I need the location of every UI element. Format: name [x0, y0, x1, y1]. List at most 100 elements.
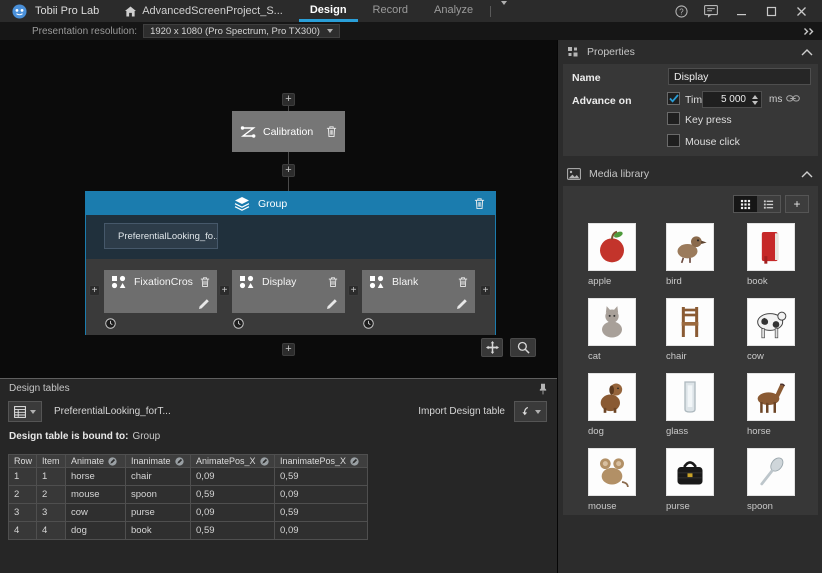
tab-divider — [490, 6, 491, 17]
column-header-animatepos_x[interactable]: AnimatePos_X — [191, 455, 275, 468]
data-cell[interactable]: horse — [66, 468, 126, 486]
close-button[interactable] — [786, 0, 816, 22]
data-cell[interactable]: mouse — [66, 486, 126, 504]
media-item-cow[interactable]: cow — [747, 298, 822, 373]
design-canvas[interactable]: + Calibration + Group PreferentialLookin… — [0, 40, 557, 378]
add-element-button-bottom[interactable]: + — [282, 343, 295, 356]
media-item-bird[interactable]: bird — [666, 223, 747, 298]
data-cell[interactable]: 0,59 — [191, 522, 275, 540]
data-cell[interactable]: 0,59 — [275, 468, 368, 486]
pan-tool-button[interactable] — [481, 338, 503, 357]
mouse-click-label: Mouse click — [685, 136, 740, 148]
stimulus-block-blank[interactable]: Blank — [362, 270, 475, 313]
key-press-checkbox[interactable] — [667, 112, 680, 125]
data-cell[interactable]: 0,59 — [191, 486, 275, 504]
column-header-inanimatepos_x[interactable]: InanimatePos_X — [275, 455, 368, 468]
edit-pencil-icon[interactable] — [199, 299, 209, 309]
zoom-tool-button[interactable] — [510, 338, 536, 357]
properties-card: Name Advance on Time 5 000 ms Key press … — [563, 64, 818, 156]
project-name[interactable]: AdvancedScreenProject_S... — [142, 5, 283, 17]
media-item-mouse[interactable]: mouse — [588, 448, 666, 523]
data-cell[interactable]: spoon — [126, 486, 191, 504]
presentation-resolution-dropdown[interactable]: 1920 x 1080 (Pro Spectrum, Pro TX300) — [143, 24, 340, 38]
group-design-table-button[interactable]: PreferentialLooking_fo... — [104, 223, 218, 249]
media-item-label: chair — [666, 351, 747, 362]
data-cell[interactable]: book — [126, 522, 191, 540]
time-spinbox[interactable]: 5 000 — [702, 91, 762, 108]
data-cell[interactable]: 0,09 — [275, 522, 368, 540]
pin-icon[interactable] — [539, 383, 547, 395]
trash-icon[interactable] — [458, 276, 468, 288]
media-library-section-header[interactable]: Media library — [558, 164, 822, 184]
timing-clock-icon — [105, 318, 116, 329]
media-item-horse[interactable]: horse — [747, 373, 822, 448]
feedback-button[interactable] — [696, 0, 726, 22]
tabs-overflow-caret[interactable] — [501, 5, 507, 17]
media-item-book[interactable]: book — [747, 223, 822, 298]
chevron-up-icon[interactable] — [801, 171, 813, 178]
media-item-chair[interactable]: chair — [666, 298, 747, 373]
add-stimulus-button[interactable]: + — [219, 285, 230, 296]
grid-view-button[interactable] — [734, 196, 757, 212]
properties-section-header[interactable]: Properties — [558, 42, 822, 62]
data-cell[interactable]: 0,09 — [191, 504, 275, 522]
trash-icon[interactable] — [328, 276, 338, 288]
column-edit-icon — [350, 457, 359, 466]
bound-value: Group — [132, 431, 160, 442]
add-media-button[interactable]: + — [785, 195, 809, 213]
group-block[interactable]: Group PreferentialLooking_fo... + + + + — [85, 191, 496, 335]
spin-up-icon[interactable] — [752, 95, 758, 99]
dropdown-caret-icon — [30, 410, 36, 414]
data-cell[interactable]: 0,09 — [275, 486, 368, 504]
media-item-label: spoon — [747, 501, 822, 512]
tab-record[interactable]: Record — [360, 0, 421, 22]
add-element-button-top[interactable]: + — [282, 93, 295, 106]
help-button[interactable]: ? — [666, 0, 696, 22]
group-header[interactable]: Group — [86, 192, 495, 215]
chevron-up-icon[interactable] — [801, 49, 813, 56]
tab-analyze[interactable]: Analyze — [421, 0, 486, 22]
import-design-table-button[interactable] — [514, 401, 547, 422]
column-header-animate[interactable]: Animate — [66, 455, 126, 468]
data-cell[interactable]: 0,09 — [191, 468, 275, 486]
tab-design[interactable]: Design — [297, 0, 360, 22]
add-stimulus-button[interactable]: + — [480, 285, 491, 296]
data-cell[interactable]: 0,59 — [275, 504, 368, 522]
data-cell[interactable]: dog — [66, 522, 126, 540]
add-stimulus-button[interactable]: + — [348, 285, 359, 296]
stimulus-block-display[interactable]: Display — [232, 270, 345, 313]
stimulus-label: FixationCross — [134, 276, 193, 288]
media-item-glass[interactable]: glass — [666, 373, 747, 448]
column-header-inanimate[interactable]: Inanimate — [126, 455, 191, 468]
data-cell[interactable]: purse — [126, 504, 191, 522]
edit-pencil-icon[interactable] — [457, 299, 467, 309]
mouse-click-checkbox[interactable] — [667, 134, 680, 147]
spinner-arrows[interactable] — [750, 95, 761, 105]
advance-on-label: Advance on — [572, 95, 632, 107]
stimulus-icon — [369, 275, 385, 289]
stimulus-block-fixationcross[interactable]: FixationCross — [104, 270, 217, 313]
name-input[interactable] — [668, 68, 811, 85]
minimize-button[interactable] — [726, 0, 756, 22]
edit-pencil-icon[interactable] — [327, 299, 337, 309]
data-cell[interactable]: chair — [126, 468, 191, 486]
media-item-apple[interactable]: apple — [588, 223, 666, 298]
media-item-purse[interactable]: purse — [666, 448, 747, 523]
list-view-button[interactable] — [757, 196, 780, 212]
trash-icon[interactable] — [474, 197, 485, 210]
media-item-cat[interactable]: cat — [588, 298, 666, 373]
link-icon[interactable] — [786, 94, 800, 103]
table-selector-button[interactable] — [8, 401, 42, 422]
collapse-panel-button[interactable] — [803, 27, 815, 36]
time-checkbox[interactable] — [667, 92, 680, 105]
add-element-button-middle[interactable]: + — [282, 164, 295, 177]
media-item-spoon[interactable]: spoon — [747, 448, 822, 523]
spin-down-icon[interactable] — [752, 101, 758, 105]
media-item-dog[interactable]: dog — [588, 373, 666, 448]
add-stimulus-button[interactable]: + — [89, 285, 100, 296]
trash-icon[interactable] — [200, 276, 210, 288]
calibration-block[interactable]: Calibration — [232, 111, 345, 152]
trash-icon[interactable] — [326, 125, 337, 138]
maximize-button[interactable] — [756, 0, 786, 22]
data-cell[interactable]: cow — [66, 504, 126, 522]
